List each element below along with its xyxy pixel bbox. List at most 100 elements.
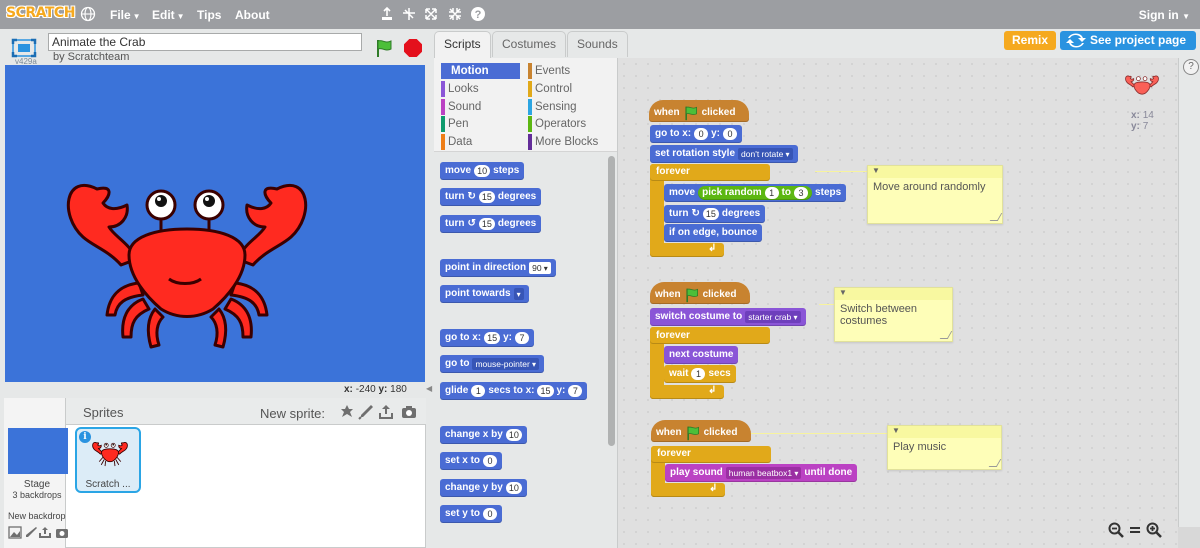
block-dropdown[interactable]: starter crab bbox=[745, 311, 801, 323]
script1-set-rotation-style[interactable]: set rotation style don't rotate bbox=[650, 145, 798, 163]
script1-bounce[interactable]: if on edge, bounce bbox=[664, 224, 763, 242]
palette-set-x-block[interactable]: set x to 0 bbox=[440, 452, 503, 470]
stop-icon[interactable] bbox=[404, 39, 422, 57]
shrink-icon[interactable] bbox=[447, 6, 463, 22]
paint-brush-icon[interactable] bbox=[358, 404, 374, 420]
script2-when-flag-clicked[interactable]: when clicked bbox=[650, 282, 750, 304]
block-number-input[interactable]: 15 bbox=[702, 208, 719, 220]
script2-next-costume[interactable]: next costume bbox=[664, 346, 739, 364]
tab-scripts[interactable]: Scripts bbox=[434, 31, 491, 58]
block-dropdown[interactable]: mouse-pointer bbox=[472, 358, 540, 370]
sprite-library-icon[interactable] bbox=[339, 404, 355, 420]
paint-backdrop-icon[interactable] bbox=[24, 526, 38, 539]
camera-backdrop-icon[interactable] bbox=[55, 526, 69, 539]
palette-scrollbar[interactable] bbox=[608, 156, 615, 446]
script2-wait[interactable]: wait 1 secs bbox=[664, 365, 736, 383]
script3-comment[interactable]: Play music bbox=[887, 425, 1002, 470]
block-number-input[interactable]: 7 bbox=[515, 332, 530, 344]
tab-costumes[interactable]: Costumes bbox=[492, 31, 567, 57]
block-number-input[interactable]: 10 bbox=[505, 482, 522, 494]
script1-go-to-xy[interactable]: go to x: 0 y: 0 bbox=[650, 125, 743, 143]
scratch-logo[interactable]: SCRATCH bbox=[6, 5, 75, 21]
palette-go-to-xy-block[interactable]: go to x: 15 y: 7 bbox=[440, 329, 535, 347]
collapse-arrow-icon[interactable]: ◀ bbox=[426, 384, 434, 396]
palette-change-x-block[interactable]: change x by 10 bbox=[440, 426, 527, 444]
category-more-blocks[interactable]: More Blocks bbox=[528, 134, 598, 150]
category-sound[interactable]: Sound bbox=[441, 99, 481, 115]
menu-tips[interactable]: Tips bbox=[197, 8, 221, 22]
block-number-input[interactable]: 1 bbox=[691, 368, 706, 380]
project-title-input[interactable] bbox=[48, 33, 362, 51]
stage-thumbnail[interactable] bbox=[8, 428, 68, 474]
green-flag-icon[interactable] bbox=[374, 38, 394, 58]
category-motion[interactable]: Motion bbox=[441, 63, 520, 79]
block-number-input[interactable]: 10 bbox=[505, 429, 522, 441]
fullscreen-icon[interactable] bbox=[11, 38, 37, 58]
backdrop-library-icon[interactable] bbox=[8, 526, 22, 539]
cut-icon[interactable] bbox=[401, 6, 417, 22]
script2-switch-costume[interactable]: switch costume to starter crab bbox=[650, 308, 806, 326]
resize-grip-icon[interactable] bbox=[939, 331, 953, 339]
block-number-input[interactable]: 7 bbox=[568, 385, 583, 397]
palette-move-block[interactable]: move 10 steps bbox=[440, 162, 525, 180]
block-number-input[interactable]: 1 bbox=[764, 187, 779, 199]
palette-set-y-block[interactable]: set y to 0 bbox=[440, 505, 503, 523]
block-dropdown[interactable] bbox=[513, 288, 524, 300]
palette-turn-ccw-block[interactable]: turn ↺ 15 degrees bbox=[440, 215, 542, 233]
zoom-reset-icon[interactable] bbox=[1129, 522, 1141, 538]
help-icon[interactable]: ? bbox=[470, 6, 486, 22]
block-number-input[interactable]: 3 bbox=[794, 187, 809, 199]
category-operators[interactable]: Operators bbox=[528, 116, 586, 132]
upload-backdrop-icon[interactable] bbox=[38, 526, 52, 539]
script1-turn[interactable]: turn ↻ 15 degrees bbox=[664, 205, 766, 223]
category-pen[interactable]: Pen bbox=[441, 116, 468, 132]
block-number-input[interactable]: 15 bbox=[484, 332, 501, 344]
script1-comment[interactable]: Move around randomly bbox=[867, 165, 1003, 224]
script1-when-flag-clicked[interactable]: when clicked bbox=[649, 100, 749, 122]
category-data[interactable]: Data bbox=[441, 134, 472, 150]
globe-icon[interactable] bbox=[80, 6, 96, 22]
block-dropdown[interactable]: don't rotate bbox=[738, 148, 793, 160]
script3-play-sound[interactable]: play soundhuman beatbox1until done bbox=[665, 464, 858, 482]
see-project-page-button[interactable]: See project page bbox=[1060, 31, 1196, 50]
palette-change-y-block[interactable]: change y by 10 bbox=[440, 479, 527, 497]
category-control[interactable]: Control bbox=[528, 81, 572, 97]
help-button[interactable]: ? bbox=[1183, 59, 1199, 75]
palette-turn-cw-block[interactable]: turn ↻ 15 degrees bbox=[440, 188, 542, 206]
block-number-input[interactable]: 0 bbox=[483, 508, 498, 520]
block-number-input[interactable]: 0 bbox=[723, 128, 738, 140]
block-number-input[interactable]: 1 bbox=[471, 385, 486, 397]
category-sensing[interactable]: Sensing bbox=[528, 99, 577, 115]
sign-in-link[interactable]: Sign in ▼ bbox=[1139, 8, 1190, 22]
block-number-input[interactable]: 15 bbox=[537, 385, 554, 397]
pick-random-reporter[interactable]: pick random 1 to 3 bbox=[698, 186, 813, 200]
upload-icon[interactable] bbox=[378, 404, 394, 420]
block-dropdown[interactable]: human beatbox1 bbox=[725, 467, 802, 479]
stage-canvas[interactable] bbox=[5, 65, 425, 382]
resize-grip-icon[interactable] bbox=[989, 213, 1003, 221]
block-number-input[interactable]: 15 bbox=[478, 191, 495, 203]
script1-move-random[interactable]: move pick random 1 to 3 steps bbox=[664, 184, 847, 202]
palette-glide-block[interactable]: glide 1 secs to x: 15 y: 7 bbox=[440, 382, 588, 400]
zoom-out-icon[interactable] bbox=[1108, 522, 1124, 538]
crab-sprite-on-stage[interactable] bbox=[57, 147, 317, 355]
palette-point-towards-block[interactable]: point towards bbox=[440, 285, 529, 303]
block-dropdown[interactable]: 90 bbox=[529, 262, 551, 274]
tab-sounds[interactable]: Sounds bbox=[567, 31, 628, 57]
remix-button[interactable]: Remix bbox=[1004, 31, 1056, 50]
block-number-input[interactable]: 10 bbox=[474, 165, 491, 177]
palette-point-direction-block[interactable]: point in direction 90 bbox=[440, 259, 556, 277]
script2-comment[interactable]: Switch between costumes bbox=[834, 287, 953, 342]
grow-icon[interactable] bbox=[423, 6, 439, 22]
duplicate-icon[interactable] bbox=[379, 6, 395, 22]
zoom-in-icon[interactable] bbox=[1146, 522, 1162, 538]
block-number-input[interactable]: 0 bbox=[694, 128, 709, 140]
menu-about[interactable]: About bbox=[235, 8, 270, 22]
resize-grip-icon[interactable] bbox=[988, 459, 1002, 467]
menu-edit[interactable]: Edit ▼ bbox=[152, 8, 185, 22]
category-events[interactable]: Events bbox=[528, 63, 570, 79]
info-icon[interactable]: i bbox=[79, 431, 91, 443]
block-number-input[interactable]: 15 bbox=[478, 218, 495, 230]
menu-file[interactable]: File ▼ bbox=[110, 8, 141, 22]
script3-when-flag-clicked[interactable]: when clicked bbox=[651, 420, 751, 442]
